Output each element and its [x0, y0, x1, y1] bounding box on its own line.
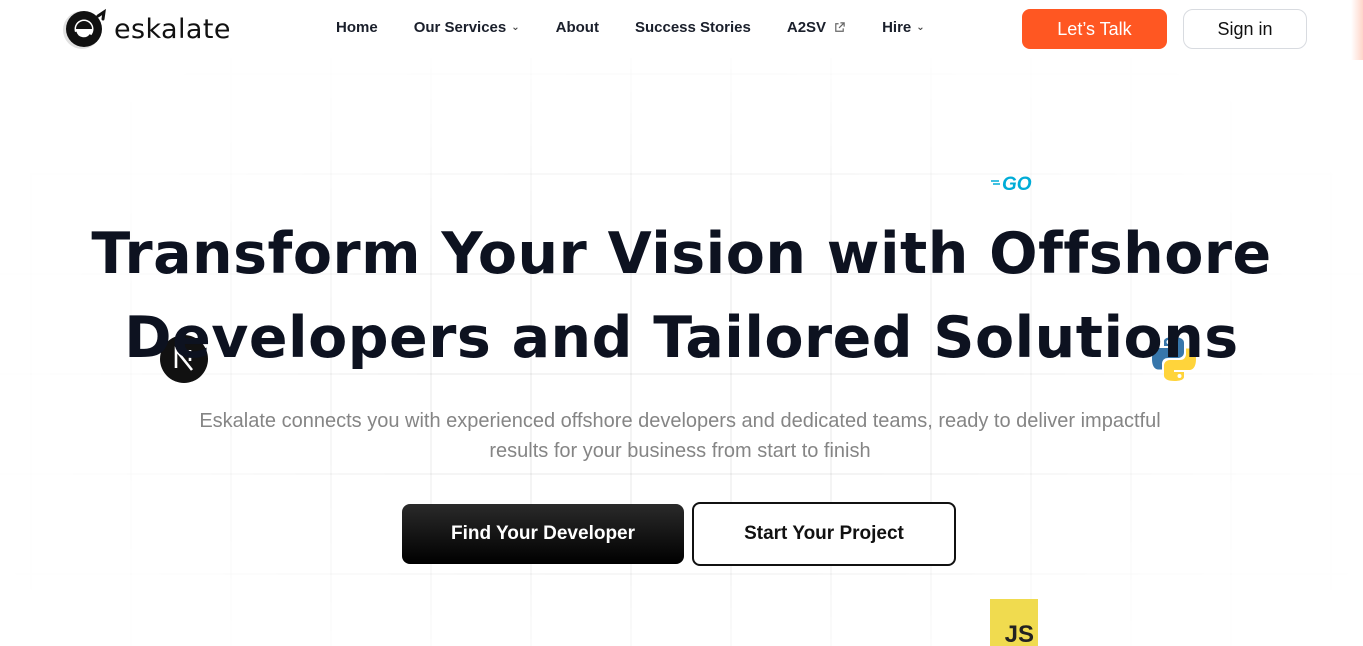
nav-hire[interactable]: Hire ⌄: [882, 19, 925, 36]
nav-success-stories[interactable]: Success Stories: [635, 19, 751, 36]
external-link-icon: [835, 22, 845, 32]
hero-subtitle: Eskalate connects you with experienced o…: [199, 410, 1161, 462]
nav-home[interactable]: Home: [336, 19, 378, 36]
find-your-developer-button[interactable]: Find Your Developer: [402, 504, 684, 564]
hero-title-line2: Developers and Tailored Solutions: [124, 305, 1239, 371]
hero-title-line1: Transform Your Vision with Offshore: [91, 221, 1272, 287]
hero-title: Transform Your Vision with Offshore Deve…: [0, 212, 1363, 380]
go-icon-text: GO: [1002, 174, 1032, 194]
nav-hire-label: Hire: [882, 19, 912, 36]
logo[interactable]: eskalate: [60, 7, 231, 51]
nav-a2sv[interactable]: A2SV: [787, 19, 846, 36]
nav-a2sv-label: A2SV: [786, 19, 827, 36]
javascript-icon: JS: [990, 599, 1038, 646]
sign-in-button[interactable]: Sign in: [1183, 9, 1307, 49]
eskalate-logo-icon: [63, 8, 106, 49]
nav-our-services-label: Our Services: [413, 19, 507, 36]
main-nav: Home Our Services ⌄ About Success Storie…: [336, 19, 961, 36]
lets-talk-button[interactable]: Let’s Talk: [1022, 9, 1167, 49]
start-your-project-button[interactable]: Start Your Project: [692, 502, 956, 566]
nav-home-label: Home: [336, 19, 378, 36]
chevron-down-icon: ⌄: [511, 22, 520, 33]
javascript-icon-text: JS: [1004, 621, 1034, 646]
chevron-down-icon: ⌄: [916, 22, 925, 33]
nav-about-label: About: [555, 19, 599, 36]
nav-our-services[interactable]: Our Services ⌄: [414, 19, 520, 36]
go-icon: GO: [991, 174, 1032, 194]
nav-success-stories-label: Success Stories: [634, 19, 751, 36]
nav-about[interactable]: About: [556, 19, 599, 36]
site-header: eskalate Home Our Services ⌄ About Succe…: [0, 0, 1363, 58]
logo-text: eskalate: [114, 13, 231, 45]
